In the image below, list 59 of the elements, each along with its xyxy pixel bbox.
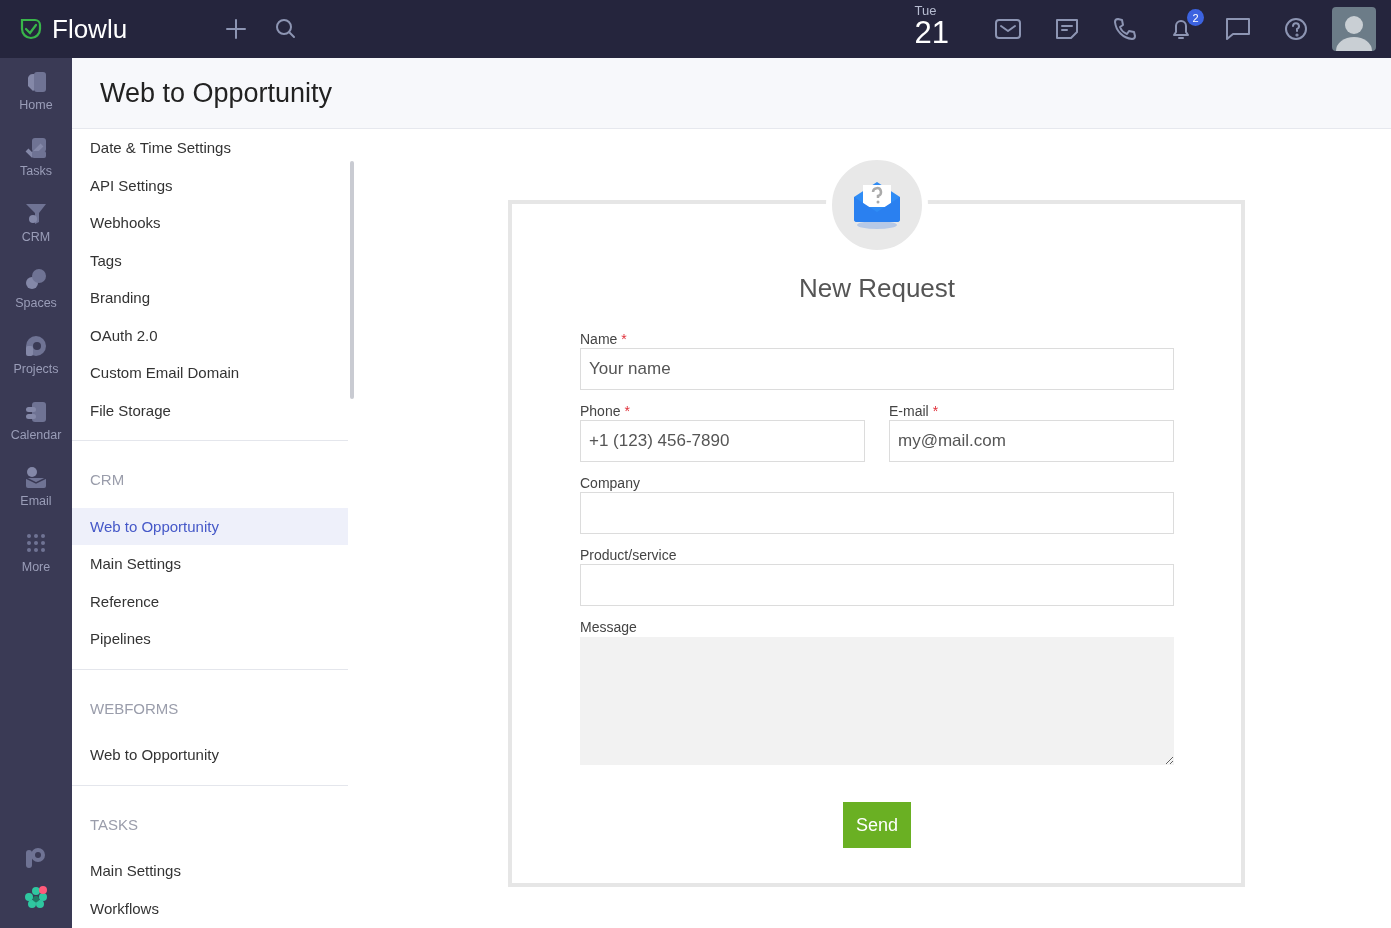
menu-item[interactable]: Custom Email Domain xyxy=(72,354,348,392)
help-icon[interactable] xyxy=(1284,17,1308,41)
nav-item[interactable]: Home xyxy=(0,58,72,124)
menu-item[interactable]: Webhooks xyxy=(72,204,348,242)
nav-item[interactable]: Calendar xyxy=(0,388,72,454)
section-heading: TASKS xyxy=(89,814,140,835)
nav-item[interactable]: Projects xyxy=(0,322,72,388)
message-field[interactable] xyxy=(580,637,1174,765)
field-label: Product/service xyxy=(580,546,677,564)
weekday-label: Tue xyxy=(914,4,938,17)
menu-item[interactable]: Reference xyxy=(72,582,348,620)
input-field[interactable]: my@mail.com xyxy=(889,420,1174,462)
menu-item[interactable]: Web to Opportunity xyxy=(72,507,348,545)
input-field[interactable] xyxy=(580,564,1174,606)
required-mark: * xyxy=(932,402,939,420)
bell-icon[interactable] xyxy=(1170,17,1192,41)
menu-item[interactable]: Web to Opportunity xyxy=(72,736,348,774)
nav-item[interactable]: More xyxy=(0,520,72,586)
menu-item[interactable]: API Settings xyxy=(72,166,348,204)
mail-icon[interactable] xyxy=(995,18,1021,40)
phone-icon[interactable] xyxy=(1113,17,1137,41)
field-label: Name xyxy=(580,330,618,348)
chat-icon[interactable] xyxy=(1225,17,1251,41)
nav-item[interactable]: Spaces xyxy=(0,256,72,322)
menu-item[interactable]: Main Settings xyxy=(72,852,348,890)
flower-icon[interactable] xyxy=(24,886,48,910)
notification-badge: 2 xyxy=(1187,9,1204,26)
page-title: Web to Opportunity xyxy=(100,77,333,109)
menu-item[interactable]: Tags xyxy=(72,241,348,279)
menu-item[interactable]: Date & Time Settings xyxy=(72,129,348,167)
menu-item[interactable]: Branding xyxy=(72,279,348,317)
email-icon xyxy=(24,466,48,490)
logo-icon xyxy=(18,16,44,42)
field-label: Phone xyxy=(580,402,621,420)
search-icon[interactable] xyxy=(275,18,298,40)
menu-item[interactable]: Main Settings xyxy=(72,545,348,583)
menu-item[interactable]: Workflows xyxy=(72,889,348,927)
field-label: Message xyxy=(580,618,637,636)
nav-item[interactable]: Tasks xyxy=(0,124,72,190)
app-name: Flowlu xyxy=(52,13,128,45)
required-mark: * xyxy=(624,402,630,420)
field-label: Company xyxy=(580,474,640,492)
plus-icon[interactable] xyxy=(225,18,248,40)
avatar[interactable] xyxy=(1332,7,1376,51)
nav-item[interactable]: CRM xyxy=(0,190,72,256)
menu-item[interactable]: Pipelines xyxy=(72,620,348,658)
note-icon[interactable] xyxy=(1054,17,1080,41)
required-mark: * xyxy=(621,330,627,348)
menu-item[interactable]: File Storage xyxy=(72,391,348,429)
field-label: E-mail xyxy=(889,402,929,420)
nav-item[interactable]: Email xyxy=(0,454,72,520)
form-title: New Request xyxy=(797,272,957,305)
menu-item[interactable]: OAuth 2.0 xyxy=(72,316,348,354)
input-field[interactable] xyxy=(580,492,1174,534)
day-number: 21 xyxy=(914,17,949,48)
input-field[interactable]: +1 (123) 456-7890 xyxy=(580,420,865,462)
input-field[interactable]: Your name xyxy=(580,348,1174,390)
section-heading: CRM xyxy=(89,470,126,491)
section-heading: WEBFORMS xyxy=(89,698,180,719)
